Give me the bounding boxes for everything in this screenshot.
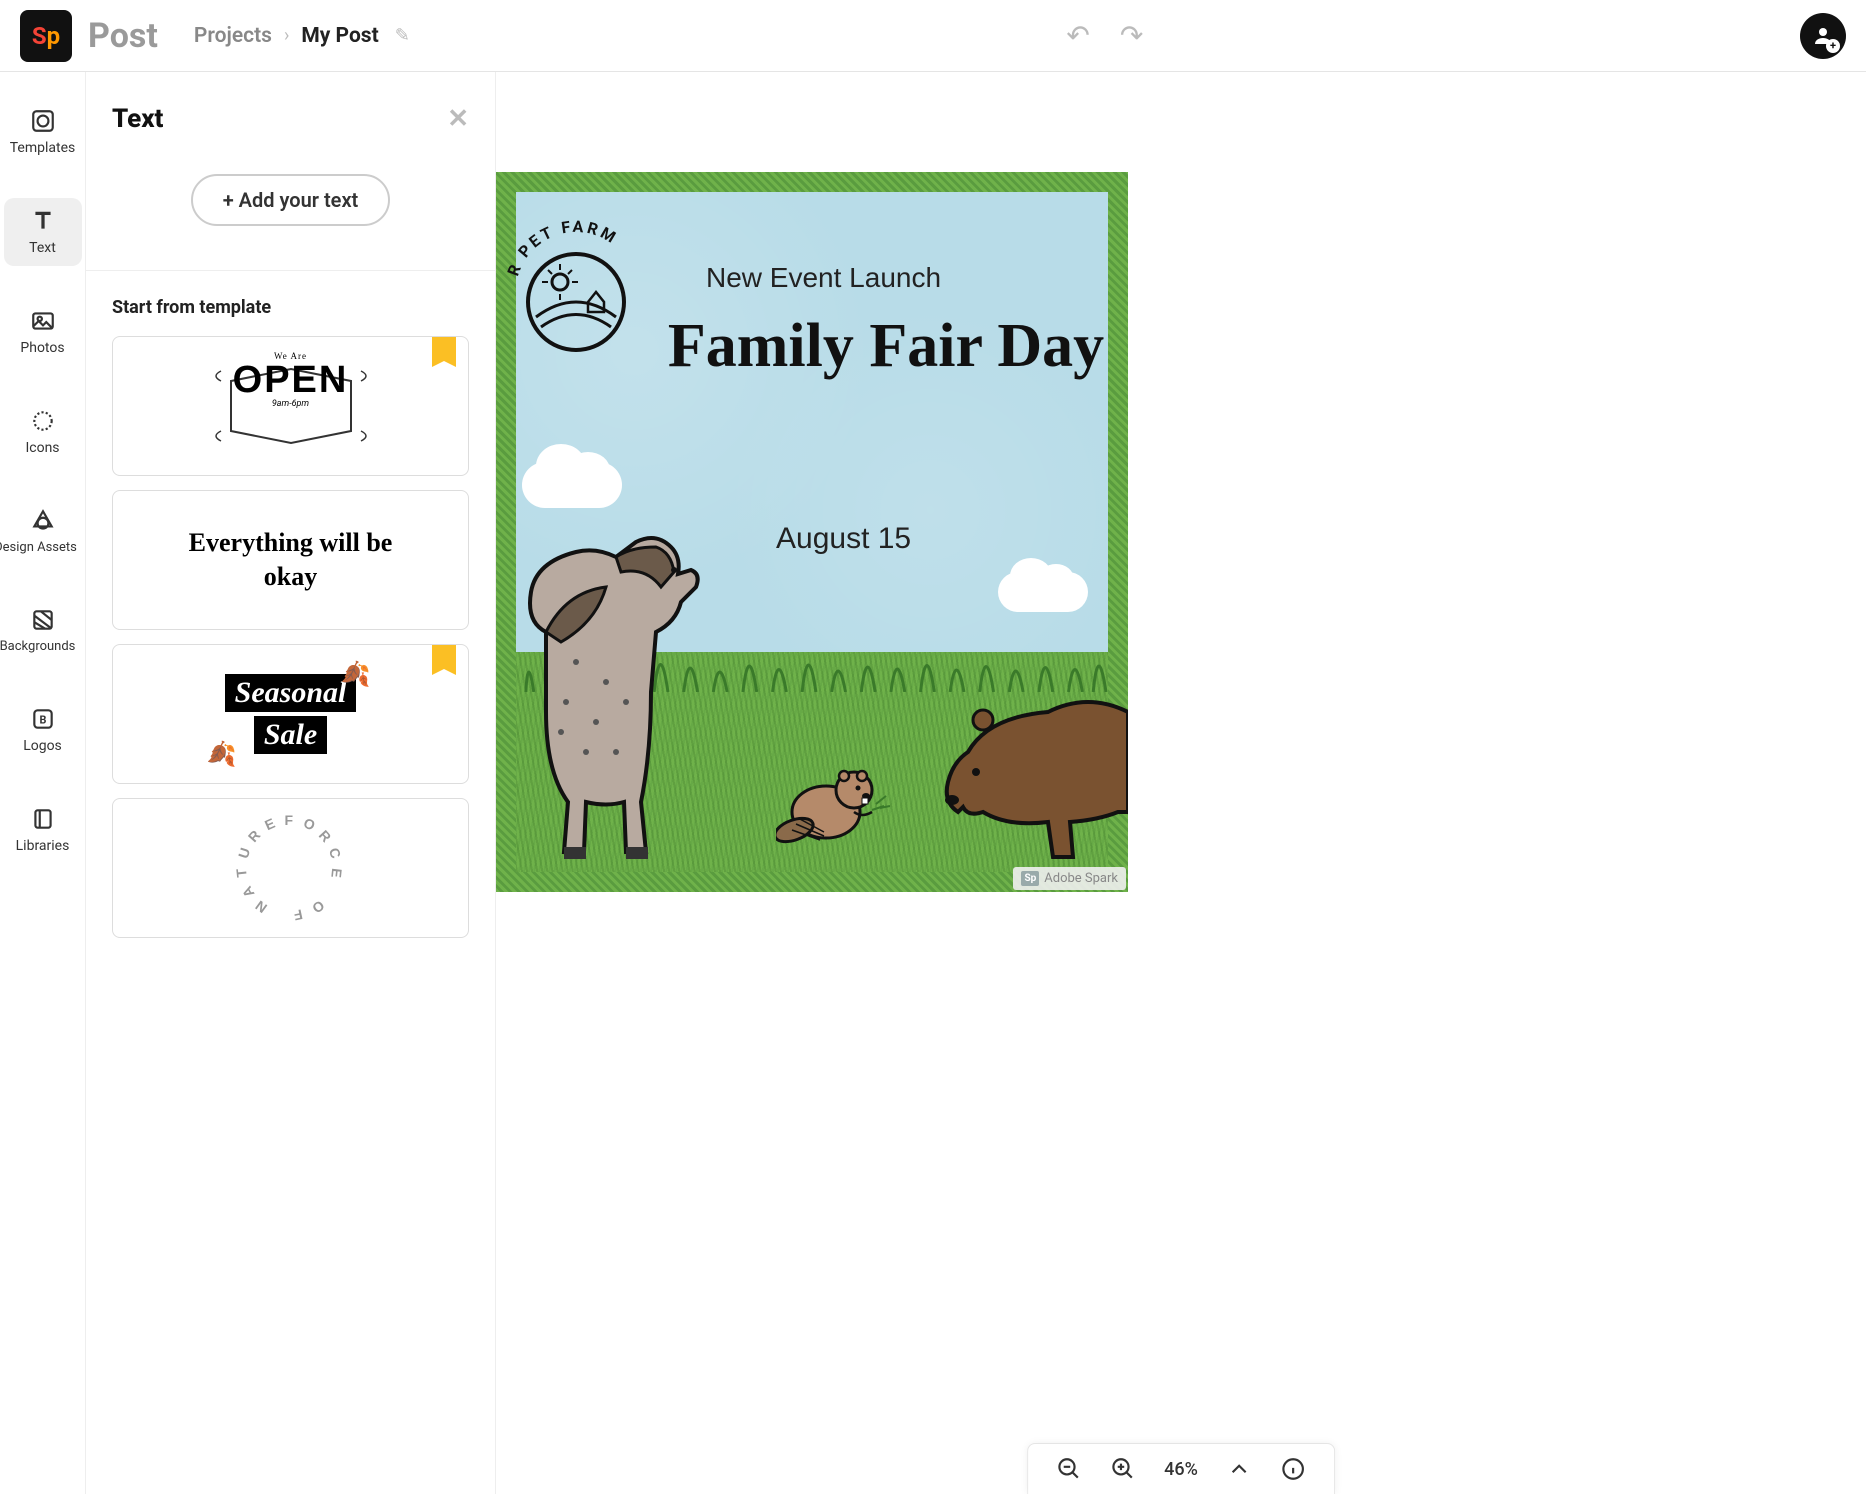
rail-label: Logos (23, 738, 62, 754)
zoom-value[interactable]: 46% (1164, 1459, 1198, 1480)
redo-button[interactable]: ↷ (1120, 19, 1143, 52)
template-force[interactable]: FORCE OF NATURE (112, 798, 469, 938)
template-seasonal[interactable]: 🍂 Seasonal Sale 🍂 (112, 644, 469, 784)
header: Sp Post Projects › My Post ✎ ↶ ↷ + (0, 0, 1866, 72)
farm-logo-graphic: R PET FARM (496, 202, 656, 362)
template-okay[interactable]: Everything will be okay (112, 490, 469, 630)
rail-text[interactable]: Text (4, 198, 82, 266)
breadcrumb: Projects › My Post ✎ (194, 24, 410, 48)
premium-badge-icon (432, 645, 456, 675)
libraries-icon (30, 806, 56, 832)
account-avatar[interactable]: + (1800, 13, 1846, 59)
leaf-icon: 🍂 (340, 660, 370, 688)
info-icon[interactable] (1280, 1456, 1306, 1482)
zoom-in-button[interactable] (1110, 1456, 1136, 1482)
template-text: FORCE OF NATURE (231, 808, 351, 928)
canvas-text-title[interactable]: Family Fair Day (666, 312, 1106, 380)
left-rail: Templates Text Photos Icons Design Asset… (0, 72, 86, 1494)
rail-libraries[interactable]: Libraries (4, 796, 82, 864)
rail-label: Icons (25, 440, 59, 456)
icons-icon (30, 408, 56, 434)
watermark-text: Adobe Spark (1044, 871, 1118, 886)
template-text: Seasonal (225, 674, 357, 712)
rail-logos[interactable]: B Logos (4, 696, 82, 764)
rail-design-assets[interactable]: Design Assets (4, 498, 82, 565)
close-icon[interactable]: ✕ (447, 104, 469, 134)
template-section-title: Start from template (112, 297, 469, 318)
svg-text:R PET FARM: R PET FARM (504, 217, 622, 279)
template-text: OPEN (233, 361, 349, 399)
panel-title: Text (112, 104, 163, 134)
watermark: Sp Adobe Spark (1013, 867, 1126, 890)
rail-label: Templates (10, 140, 76, 156)
plus-badge-icon: + (1826, 39, 1840, 53)
rail-templates[interactable]: Templates (4, 98, 82, 166)
cloud-graphic (998, 572, 1088, 612)
premium-badge-icon (432, 337, 456, 367)
chevron-right-icon: › (284, 25, 289, 46)
canvas-area[interactable]: R PET FARM New Event Launch Family Fair … (496, 72, 1866, 1494)
rail-photos[interactable]: Photos (4, 298, 82, 366)
spark-badge-icon: Sp (1021, 871, 1039, 886)
template-text: Everything will be okay (171, 526, 411, 594)
zoom-out-button[interactable] (1056, 1456, 1082, 1482)
design-canvas[interactable]: R PET FARM New Event Launch Family Fair … (496, 172, 1128, 892)
text-panel: Text ✕ + Add your text Start from templa… (86, 72, 496, 1494)
chevron-up-icon[interactable] (1226, 1456, 1252, 1482)
template-text: Sale (254, 716, 327, 754)
rail-label: Backgrounds (0, 639, 75, 654)
app-logo[interactable]: Sp (20, 10, 72, 62)
rail-label: Photos (20, 340, 64, 356)
bear-graphic (928, 662, 1128, 862)
rail-backgrounds[interactable]: Backgrounds (4, 597, 82, 664)
design-assets-icon (30, 508, 56, 534)
rail-label: Text (29, 240, 56, 256)
rail-label: Design Assets (0, 540, 77, 555)
templates-icon (30, 108, 56, 134)
canvas-text-kicker[interactable]: New Event Launch (706, 262, 941, 294)
backgrounds-icon (30, 607, 56, 633)
app-name: Post (88, 16, 158, 56)
undo-button[interactable]: ↶ (1066, 19, 1089, 52)
svg-text:B: B (39, 713, 46, 726)
text-icon (30, 208, 56, 234)
pencil-icon[interactable]: ✎ (395, 25, 410, 46)
beaver-graphic (776, 742, 896, 852)
logos-icon: B (30, 706, 56, 732)
leaf-icon: 🍂 (207, 740, 237, 768)
template-open[interactable]: We Are OPEN 9am-6pm (112, 336, 469, 476)
breadcrumb-root[interactable]: Projects (194, 24, 272, 48)
add-text-button[interactable]: + Add your text (191, 174, 391, 226)
horse-graphic (496, 492, 726, 872)
rail-label: Libraries (16, 838, 70, 854)
breadcrumb-current[interactable]: My Post (301, 24, 378, 48)
rail-icons[interactable]: Icons (4, 398, 82, 466)
photos-icon (30, 308, 56, 334)
zoom-toolbar: 46% (1027, 1443, 1335, 1494)
canvas-text-date[interactable]: August 15 (776, 522, 911, 556)
